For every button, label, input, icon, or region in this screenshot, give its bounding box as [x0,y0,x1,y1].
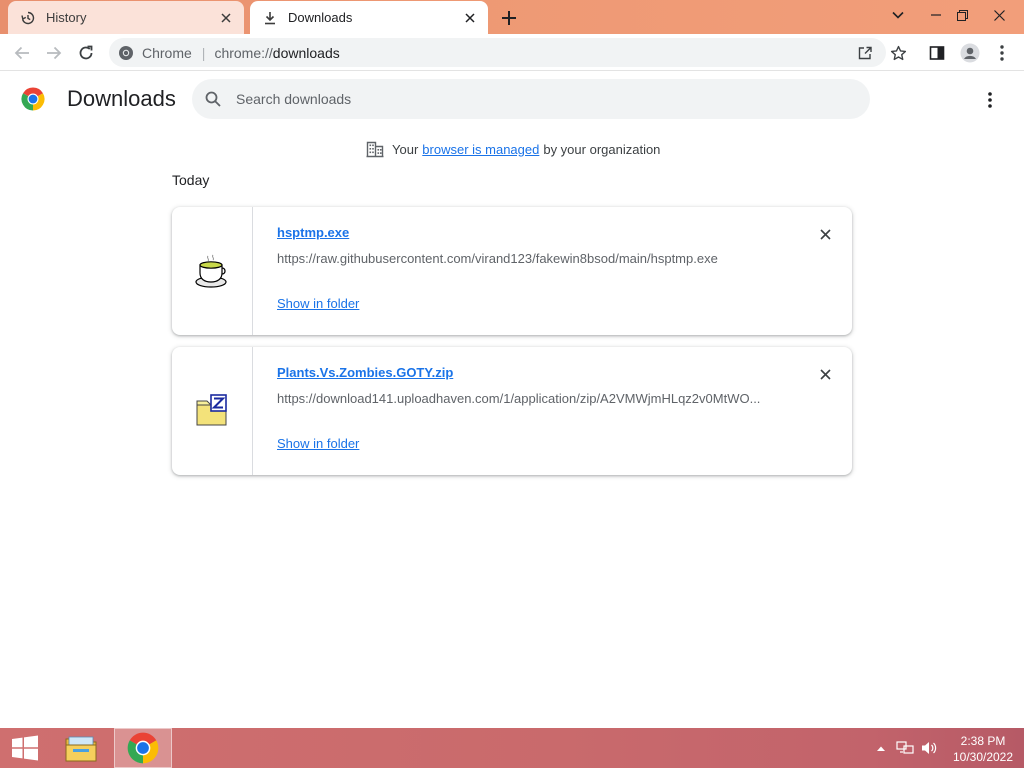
tab-title: History [46,10,87,25]
show-in-folder-link[interactable]: Show in folder [277,296,359,311]
clock-time: 2:38 PM [960,734,1006,748]
volume-icon[interactable] [920,739,938,757]
clock-date: 10/30/2022 [952,750,1014,764]
folder-icon [65,736,97,762]
browser-menu-icon[interactable] [988,39,1016,67]
remove-download-button[interactable] [815,364,835,384]
tab-search-chevron-icon[interactable] [881,0,915,30]
close-icon [819,368,831,380]
show-hidden-icons-icon[interactable] [872,739,890,757]
chrome-site-icon [119,45,133,60]
reload-button[interactable] [72,39,100,67]
network-icon[interactable] [896,739,914,757]
restore-icon[interactable] [945,0,979,30]
file-icon-column [172,207,253,335]
managed-prefix: Your [392,141,419,157]
url-scheme: chrome:// [214,44,273,61]
download-item: Plants.Vs.Zombies.GOTY.zip https://downl… [172,347,852,475]
tab-title: Downloads [288,10,353,25]
download-source-url: https://download141.uploadhaven.com/1/ap… [277,391,761,406]
url-host: downloads [272,44,340,61]
download-file-name-link[interactable]: hsptmp.exe [277,225,349,240]
profile-avatar-icon[interactable] [956,39,984,67]
download-file-name-link[interactable]: Plants.Vs.Zombies.GOTY.zip [277,365,453,380]
chrome-icon [127,732,159,764]
downloads-menu-icon[interactable] [978,88,1002,112]
search-input[interactable] [236,87,836,111]
tab-downloads[interactable]: Downloads [250,1,488,34]
tab-strip: History Downloads [0,0,1024,34]
history-icon [20,10,36,26]
close-icon[interactable] [216,8,236,28]
windows-taskbar: 2:38 PM 10/30/2022 [0,728,1024,768]
share-icon[interactable] [856,44,874,62]
file-explorer-button[interactable] [52,728,110,768]
download-source-url: https://raw.githubusercontent.com/virand… [277,251,718,266]
system-clock[interactable]: 2:38 PM 10/30/2022 [945,733,1021,765]
forward-button[interactable] [40,39,68,67]
chrome-taskbar-button[interactable] [114,728,172,768]
chrome-logo-icon [21,87,45,111]
managed-notice: Your browser is managed by your organiza… [366,140,660,158]
browser-managed-link[interactable]: browser is managed [422,142,539,157]
browser-toolbar: Chrome | chrome://downloads [0,34,1024,71]
start-button[interactable] [0,728,50,768]
building-icon [366,141,384,158]
file-icon-column [172,347,253,475]
remove-download-button[interactable] [815,224,835,244]
side-panel-icon[interactable] [923,39,951,67]
page-title: Downloads [67,86,176,111]
close-icon[interactable] [460,8,480,28]
separator: | [201,44,206,61]
back-button[interactable] [8,39,36,67]
close-icon [819,228,831,240]
new-tab-button[interactable] [497,6,521,30]
close-window-icon[interactable] [982,0,1016,30]
downloads-header: Downloads [0,72,1024,128]
download-item: hsptmp.exe https://raw.githubusercontent… [172,207,852,335]
managed-suffix: by your organization [543,141,661,157]
download-icon [262,10,278,26]
java-cup-icon [195,254,227,288]
tab-history[interactable]: History [8,1,244,34]
windows-logo-icon [12,735,38,761]
address-bar[interactable]: Chrome | chrome://downloads [109,38,886,67]
date-header: Today [172,172,210,188]
bookmark-star-icon[interactable] [884,39,912,67]
show-in-folder-link[interactable]: Show in folder [277,436,359,451]
search-icon [205,91,221,107]
search-downloads[interactable] [192,79,870,119]
site-name: Chrome [142,44,192,61]
zip-folder-icon [196,394,227,426]
